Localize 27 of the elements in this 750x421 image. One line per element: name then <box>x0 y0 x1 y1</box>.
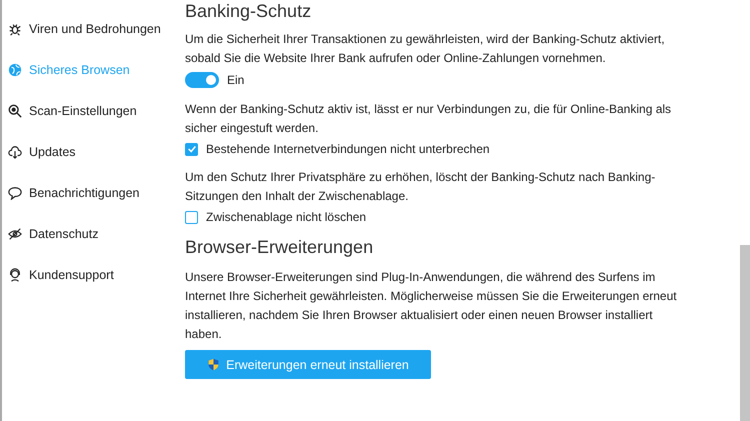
scrollbar-thumb[interactable] <box>740 245 750 421</box>
sidebar-item[interactable]: Scan-Einstellungen <box>2 90 168 131</box>
description-text: Wenn der Banking-Schutz aktiv ist, lässt er nur Verbindungen zu, die für Online-Banking als sicher eingestuft werden. <box>185 101 672 137</box>
description-text: Um den Schutz Ihrer Privatsphäre zu erhöhen, löscht der Banking-Schutz nach Banking-Sitzungen den Inhalt der Zwischenablage. <box>185 169 656 205</box>
description-text: Unsere Browser-Erweiterungen sind Plug-In-Anwendungen, die während des Surfens im Internet Ihre Sicherheit gewährleisten. Möglicherweise müssen Sie die Erweiterungen erneut installieren, nachdem Sie Ihren Browser aktualisiert oder einen neuen Browser installiert haben. <box>185 269 678 343</box>
sidebar-item[interactable]: Datenschutz <box>2 213 168 254</box>
cloud-download-icon <box>8 144 22 158</box>
shield-icon <box>207 358 220 371</box>
toggle-switch[interactable] <box>185 72 219 88</box>
speech-bubble-icon <box>8 186 22 200</box>
sidebar-item[interactable]: Updates <box>2 131 168 172</box>
checkbox[interactable] <box>185 210 198 224</box>
magnifier-icon <box>8 104 22 118</box>
headset-icon <box>8 268 22 282</box>
toggle-label: Ein <box>227 73 244 87</box>
section-title: Banking-Schutz <box>185 0 312 22</box>
sidebar-item[interactable]: Benachrichtigungen <box>2 172 168 213</box>
checkbox-label: Zwischenablage nicht löschen <box>206 210 366 224</box>
section-title: Browser-Erweiterungen <box>185 236 374 258</box>
checkbox[interactable] <box>185 142 198 156</box>
bug-icon <box>8 22 22 36</box>
sidebar-item[interactable]: Viren und Bedrohungen <box>2 8 168 49</box>
sidebar-item[interactable]: Kundensupport <box>2 254 168 295</box>
crossed-eye-icon <box>8 226 22 240</box>
description-text: Um die Sicherheit Ihrer Transaktionen zu gewährleisten, wird der Banking-Schutz aktiviert, sobald Sie die Website Ihrer Bank aufrufen oder Online-Zahlungen vornehmen. <box>185 31 666 67</box>
globe-icon <box>8 62 22 76</box>
checkbox-label: Bestehende Internetverbindungen nicht unterbrechen <box>206 142 490 156</box>
